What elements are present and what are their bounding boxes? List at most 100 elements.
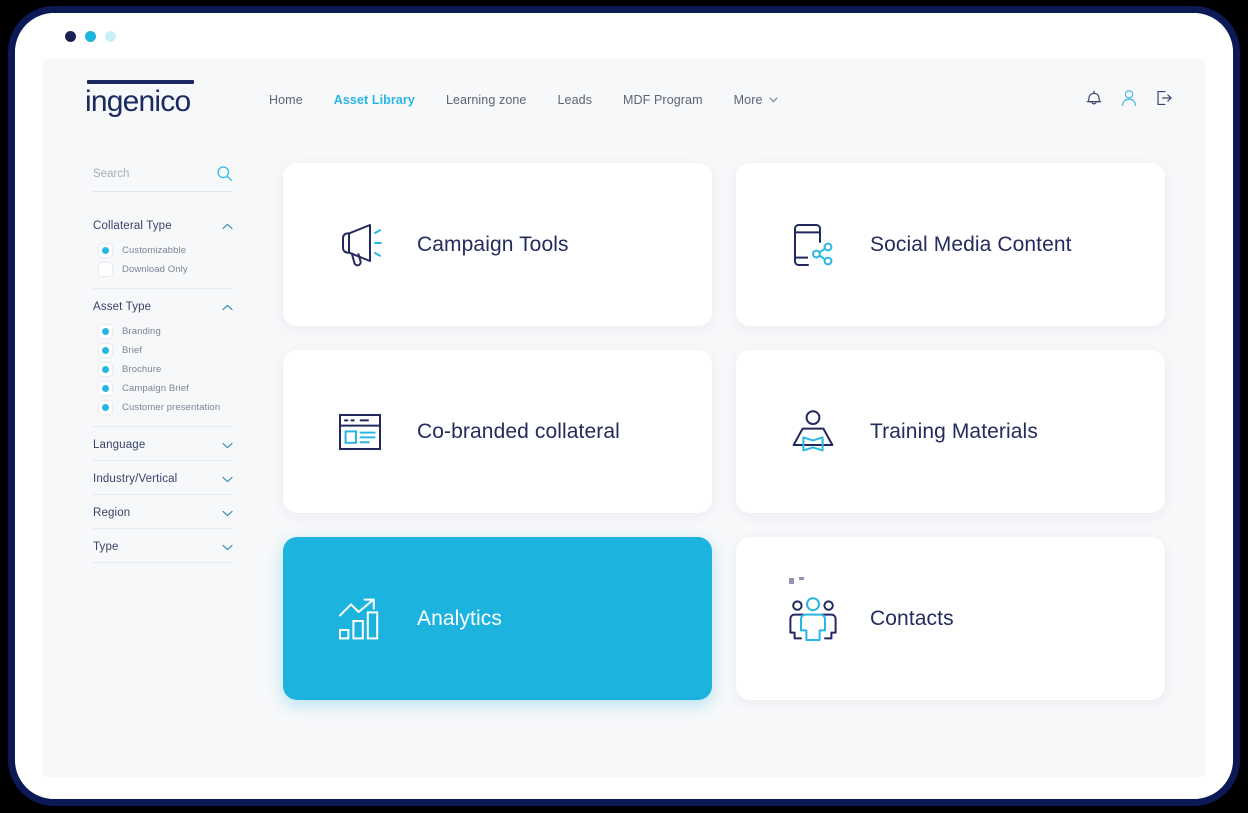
filter-title: Language [93, 439, 146, 451]
filter-group-region: Region [93, 497, 233, 529]
checkbox-campaign-brief[interactable] [99, 382, 112, 395]
filter-title: Region [93, 507, 131, 519]
nav-item-leads[interactable]: Leads [557, 93, 592, 107]
tile-label: Social Media Content [870, 232, 1072, 256]
filter-header-language[interactable]: Language [93, 429, 233, 460]
tile-campaign-tools[interactable]: Campaign Tools [283, 163, 712, 326]
megaphone-icon [329, 216, 391, 274]
nav-item-more-label: More [733, 93, 763, 107]
filter-group-asset-type: Asset Type Branding Brief Brochure Campa… [93, 291, 233, 427]
divider [93, 562, 233, 563]
people-group-icon [782, 590, 844, 648]
divider [93, 288, 233, 289]
filter-title: Industry/Vertical [93, 473, 178, 485]
filter-option-label: Brochure [122, 364, 162, 375]
filter-group-collateral-type: Collateral Type Customizabble Download O… [93, 210, 233, 289]
search-icon[interactable] [216, 165, 233, 182]
chevron-down-icon[interactable] [222, 544, 233, 551]
filter-sidebar: Collateral Type Customizabble [43, 137, 255, 777]
window-titlebar [15, 13, 1233, 59]
asset-category-grid: Campaign Tools Social Media Content Co-b… [283, 163, 1165, 700]
person-reading-icon [782, 403, 844, 461]
filter-option-label: Download Only [122, 264, 188, 275]
brand-logo[interactable]: ingenico [59, 79, 269, 118]
device-frame: ingenico Home Asset Library Learning zon… [8, 6, 1240, 806]
filter-option[interactable]: Brochure [93, 360, 233, 379]
filter-option-label: Branding [122, 326, 161, 337]
search-row [93, 165, 233, 192]
filter-option[interactable]: Customer presentation [93, 398, 233, 417]
nav-item-home[interactable]: Home [269, 93, 303, 107]
filter-option[interactable]: Branding [93, 322, 233, 341]
nav-item-asset-library[interactable]: Asset Library [334, 93, 415, 107]
app-body: ingenico Home Asset Library Learning zon… [43, 59, 1205, 777]
filter-option-label: Customer presentation [122, 402, 221, 413]
filter-title: Collateral Type [93, 220, 172, 232]
browser-window: ingenico Home Asset Library Learning zon… [15, 13, 1233, 799]
chevron-up-icon[interactable] [222, 223, 233, 230]
checkbox-customizabble[interactable] [99, 244, 112, 257]
content-wrapper: Collateral Type Customizabble [43, 137, 1205, 777]
filter-option[interactable]: Campaign Brief [93, 379, 233, 398]
checkbox-download-only[interactable] [99, 263, 112, 276]
filter-group-industry-vertical: Industry/Vertical [93, 463, 233, 495]
filter-options-asset-type: Branding Brief Brochure Campaign Brief C… [93, 322, 233, 426]
browser-window-icon [329, 403, 391, 461]
close-dot[interactable] [65, 30, 76, 42]
filter-option-label: Customizabble [122, 245, 187, 256]
filter-header-industry-vertical[interactable]: Industry/Vertical [93, 463, 233, 494]
maximize-dot[interactable] [105, 30, 116, 42]
filter-option[interactable]: Download Only [93, 260, 233, 279]
checkbox-brochure[interactable] [99, 363, 112, 376]
checkbox-brief[interactable] [99, 344, 112, 357]
asset-category-grid-area: Campaign Tools Social Media Content Co-b… [255, 137, 1205, 777]
tile-social-media-content[interactable]: Social Media Content [736, 163, 1165, 326]
chevron-up-icon[interactable] [222, 304, 233, 311]
tile-label: Campaign Tools [417, 232, 569, 256]
tile-co-branded-collateral[interactable]: Co-branded collateral [283, 350, 712, 513]
filter-header-region[interactable]: Region [93, 497, 233, 528]
chevron-down-icon[interactable] [222, 442, 233, 449]
filter-option[interactable]: Customizabble [93, 241, 233, 260]
tile-label: Analytics [417, 606, 502, 630]
divider [93, 528, 233, 529]
filter-header-collateral-type[interactable]: Collateral Type [93, 210, 233, 241]
search-input[interactable] [93, 167, 193, 180]
user-profile-icon[interactable] [1119, 87, 1139, 109]
checkbox-customer-presentation[interactable] [99, 401, 112, 414]
divider [93, 460, 233, 461]
filter-header-asset-type[interactable]: Asset Type [93, 291, 233, 322]
divider [93, 426, 233, 427]
filter-title: Type [93, 541, 119, 553]
minimize-dot[interactable] [85, 30, 96, 42]
tile-training-materials[interactable]: Training Materials [736, 350, 1165, 513]
mobile-share-icon [782, 216, 844, 274]
logo-text: ingenico [85, 84, 191, 118]
nav-item-more[interactable]: More [734, 93, 778, 107]
checkbox-branding[interactable] [99, 325, 112, 338]
chevron-down-icon [768, 97, 778, 103]
filter-group-type: Type [93, 531, 233, 563]
filter-option[interactable]: Brief [93, 341, 233, 360]
tile-contacts[interactable]: Contacts [736, 537, 1165, 700]
main-navigation: Home Asset Library Learning zone Leads M… [269, 89, 1083, 107]
chevron-down-icon[interactable] [222, 476, 233, 483]
filter-title: Asset Type [93, 301, 152, 313]
filter-header-type[interactable]: Type [93, 531, 233, 562]
logout-icon[interactable] [1153, 87, 1175, 109]
nav-item-mdf-program[interactable]: MDF Program [623, 93, 703, 107]
tile-analytics[interactable]: Analytics [283, 537, 712, 700]
tile-label: Training Materials [870, 419, 1038, 443]
tile-label: Contacts [870, 606, 954, 630]
header-icon-group [1083, 87, 1175, 109]
filter-options-collateral-type: Customizabble Download Only [93, 241, 233, 288]
app-header: ingenico Home Asset Library Learning zon… [43, 59, 1205, 137]
notification-bell-icon[interactable] [1083, 87, 1105, 109]
nav-item-learning-zone[interactable]: Learning zone [446, 93, 527, 107]
divider [93, 494, 233, 495]
filter-option-label: Campaign Brief [122, 383, 189, 394]
filter-option-label: Brief [122, 345, 143, 356]
filter-group-language: Language [93, 429, 233, 461]
logo-bar-icon [87, 79, 194, 84]
chevron-down-icon[interactable] [222, 510, 233, 517]
